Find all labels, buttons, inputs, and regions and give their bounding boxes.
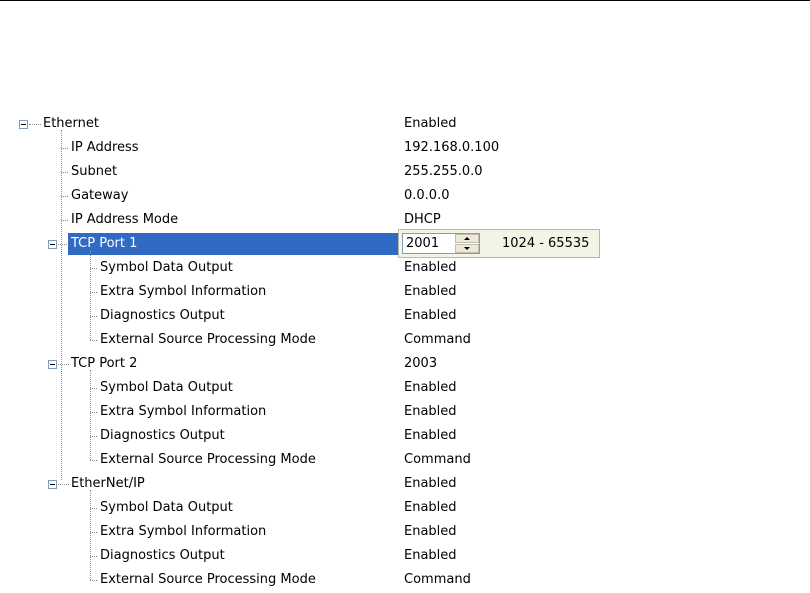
tree-item-label: Extra Symbol Information — [100, 284, 267, 299]
tree-connector-line — [61, 130, 62, 480]
collapse-toggle-icon[interactable] — [48, 360, 57, 369]
tree-item-value[interactable]: Enabled — [404, 305, 457, 327]
tree-item-row[interactable]: IP Address Mode DHCP — [0, 209, 810, 231]
tree-connector-line — [61, 220, 68, 221]
tree-item-label: Extra Symbol Information — [100, 524, 267, 539]
tree-item-row[interactable]: External Source Processing Mode Command — [0, 569, 810, 591]
tree-item-label: External Source Processing Mode — [100, 572, 316, 587]
tree-item-label: Subnet — [71, 164, 118, 179]
tree-item-row[interactable]: Symbol Data Output Enabled — [0, 257, 810, 279]
tree-item-label: TCP Port 2 — [71, 356, 138, 371]
tree-item-row[interactable]: Extra Symbol Information Enabled — [0, 281, 810, 303]
tree-item-row[interactable]: Subnet 255.255.0.0 — [0, 161, 810, 183]
tree-item-value[interactable]: Command — [404, 329, 471, 351]
tree-connector-line — [61, 148, 68, 149]
tree-connector-line — [29, 124, 41, 125]
port-range-label: 1024 - 65535 — [502, 236, 590, 251]
tree-item-value[interactable]: Enabled — [404, 113, 457, 135]
tree-item-value[interactable]: Enabled — [404, 281, 457, 303]
tree-connector-line — [90, 532, 97, 533]
tree-connector-line — [90, 316, 97, 317]
tree-item-value[interactable]: Command — [404, 569, 471, 591]
tree-item-row[interactable]: Extra Symbol Information Enabled — [0, 401, 810, 423]
tree-item-row[interactable]: Symbol Data Output Enabled — [0, 377, 810, 399]
tree-item-label: Extra Symbol Information — [100, 404, 267, 419]
tree-group-row[interactable]: EtherNet/IP Enabled — [0, 473, 810, 495]
tree-item-label: IP Address Mode — [71, 212, 179, 227]
tree-item-label: Diagnostics Output — [100, 428, 225, 443]
tree-item-row[interactable]: IP Address 192.168.0.100 — [0, 137, 810, 159]
tree-item-label: External Source Processing Mode — [100, 332, 316, 347]
tree-connector-line — [90, 460, 97, 461]
tree-item-label: Diagnostics Output — [100, 548, 225, 563]
tree-connector-line — [90, 388, 97, 389]
tree-item-value[interactable]: 0.0.0.0 — [404, 185, 449, 207]
tree-item-value[interactable]: 192.168.0.100 — [404, 137, 499, 159]
settings-tree: Ethernet Enabled IP Address 192.168.0.100 Su… — [0, 0, 810, 593]
tree-item-row[interactable]: Diagnostics Output Enabled — [0, 425, 810, 447]
tree-item-value[interactable]: Enabled — [404, 497, 457, 519]
tree-item-value[interactable]: Enabled — [404, 425, 457, 447]
tree-item-value[interactable]: Enabled — [404, 473, 457, 495]
tree-item-value[interactable]: Enabled — [404, 521, 457, 543]
tree-connector-line — [58, 244, 69, 245]
tree-item-label: TCP Port 1 — [68, 233, 400, 255]
tree-connector-line — [90, 370, 91, 460]
tree-item-label: Gateway — [71, 188, 129, 203]
collapse-toggle-icon[interactable] — [19, 120, 28, 129]
tree-item-row[interactable]: Gateway 0.0.0.0 — [0, 185, 810, 207]
tree-connector-line — [90, 580, 97, 581]
tree-connector-line — [90, 340, 97, 341]
tree-item-value[interactable]: 2003 — [404, 353, 437, 375]
tree-item-label: EtherNet/IP — [71, 476, 145, 491]
tree-item-row[interactable]: External Source Processing Mode Command — [0, 329, 810, 351]
tree-item-label: Symbol Data Output — [100, 260, 233, 275]
tree-connector-line — [90, 508, 97, 509]
tree-item-row[interactable]: Extra Symbol Information Enabled — [0, 521, 810, 543]
tree-item-row[interactable]: External Source Processing Mode Command — [0, 449, 810, 471]
tree-connector-line — [90, 556, 97, 557]
tree-item-value[interactable]: Enabled — [404, 401, 457, 423]
spin-up-icon[interactable] — [455, 234, 479, 243]
tree-connector-line — [61, 172, 68, 173]
tree-connector-line — [90, 250, 91, 340]
tree-connector-line — [90, 490, 91, 580]
tree-connector-line — [90, 292, 97, 293]
tree-item-label: Symbol Data Output — [100, 380, 233, 395]
tcp-port-editor: 1024 - 65535 — [398, 229, 600, 258]
tree-item-label: Diagnostics Output — [100, 308, 225, 323]
spin-down-icon[interactable] — [455, 244, 479, 253]
tree-item-label: Ethernet — [43, 116, 99, 131]
spin-buttons — [455, 234, 479, 253]
tree-item-value[interactable]: 255.255.0.0 — [404, 161, 483, 183]
tree-connector-line — [58, 364, 69, 365]
tree-group-row[interactable]: TCP Port 2 2003 — [0, 353, 810, 375]
tree-item-value[interactable]: Enabled — [404, 545, 457, 567]
tree-item-row[interactable]: Diagnostics Output Enabled — [0, 545, 810, 567]
tree-item-value[interactable]: Enabled — [404, 377, 457, 399]
tree-item-value[interactable]: DHCP — [404, 209, 441, 231]
tree-group-row[interactable]: Ethernet Enabled — [0, 113, 810, 135]
tree-connector-line — [90, 412, 97, 413]
tree-item-label: External Source Processing Mode — [100, 452, 316, 467]
collapse-toggle-icon[interactable] — [48, 480, 57, 489]
tree-connector-line — [90, 268, 97, 269]
tree-connector-line — [61, 196, 68, 197]
tree-item-value[interactable]: Enabled — [404, 257, 457, 279]
tree-item-row[interactable]: Diagnostics Output Enabled — [0, 305, 810, 327]
tree-item-row[interactable]: Symbol Data Output Enabled — [0, 497, 810, 519]
collapse-toggle-icon[interactable] — [48, 240, 57, 249]
tree-item-value[interactable]: Command — [404, 449, 471, 471]
tree-item-label: IP Address — [71, 140, 139, 155]
tree-connector-line — [90, 436, 97, 437]
tree-item-label: Symbol Data Output — [100, 500, 233, 515]
tree-connector-line — [58, 484, 69, 485]
